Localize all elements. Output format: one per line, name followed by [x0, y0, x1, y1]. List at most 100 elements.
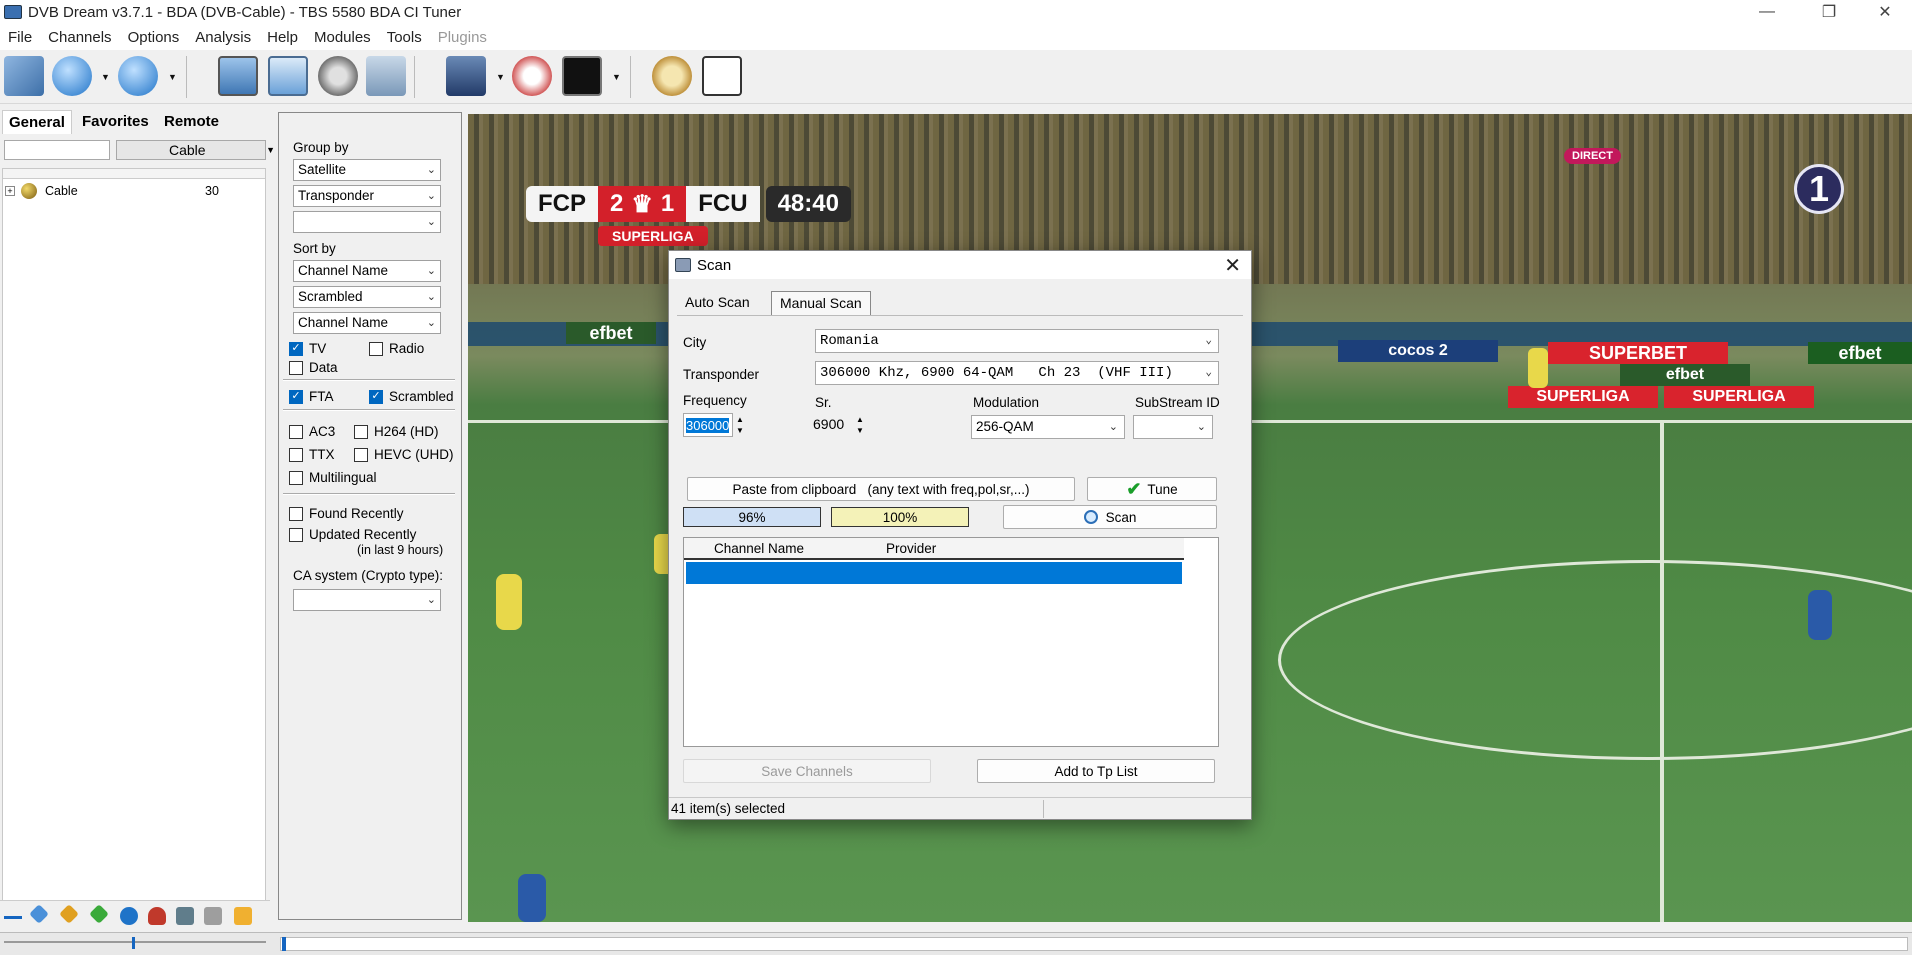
- menu-tools[interactable]: Tools: [387, 29, 422, 46]
- channel-tree[interactable]: + Cable 30: [2, 168, 266, 908]
- tab-remote[interactable]: Remote: [158, 110, 225, 134]
- restore-button[interactable]: ❐: [1806, 0, 1852, 24]
- menu-channels[interactable]: Channels: [48, 29, 111, 46]
- spin-down-icon[interactable]: ▼: [856, 425, 864, 436]
- frequency-spin-buttons[interactable]: ▲ ▼: [733, 413, 747, 437]
- position-slider-thumb[interactable]: [132, 937, 135, 949]
- table-row-selected[interactable]: [686, 562, 1182, 584]
- tune-button[interactable]: ✔ Tune: [1087, 477, 1217, 501]
- forward-icon[interactable]: [118, 56, 158, 96]
- sort-channel-icon[interactable]: [89, 904, 109, 924]
- paste-from-clipboard-button[interactable]: Paste from clipboard (any text with freq…: [687, 477, 1075, 501]
- tab-general[interactable]: General: [2, 110, 72, 134]
- ac3-checkbox[interactable]: AC3: [289, 424, 335, 439]
- column-channel-name[interactable]: Channel Name: [714, 541, 804, 556]
- monitor-icon[interactable]: [218, 56, 258, 96]
- sort-by-select-3[interactable]: Channel Name ⌄: [293, 312, 441, 334]
- scheduler-clock-icon[interactable]: [702, 56, 742, 96]
- collapse-icon[interactable]: [4, 907, 22, 919]
- tab-manual-scan[interactable]: Manual Scan: [771, 291, 871, 315]
- spin-up-icon[interactable]: ▲: [856, 414, 864, 425]
- group-by-select-1[interactable]: Satellite ⌄: [293, 159, 441, 181]
- remote-dropdown-icon[interactable]: ▼: [612, 72, 621, 82]
- back-dropdown-icon[interactable]: ▼: [101, 72, 110, 82]
- menu-options[interactable]: Options: [128, 29, 180, 46]
- transponder-select[interactable]: 306000 Khz, 6900 64-QAM Ch 23 (VHF III) ⌄: [815, 361, 1219, 385]
- player: [1808, 590, 1832, 640]
- timer-icon[interactable]: [652, 56, 692, 96]
- chevron-down-icon: ⌄: [1108, 421, 1118, 433]
- record-dropdown-icon[interactable]: ▼: [496, 72, 505, 82]
- forward-dropdown-icon[interactable]: ▼: [168, 72, 177, 82]
- settings-gear-icon[interactable]: [318, 56, 358, 96]
- tv-checkbox[interactable]: ✓ TV: [289, 341, 326, 356]
- remote-icon[interactable]: [562, 56, 602, 96]
- status-divider: [1043, 800, 1044, 818]
- h264-checkbox[interactable]: H264 (HD): [354, 424, 439, 439]
- menu-modules[interactable]: Modules: [314, 29, 371, 46]
- radio-checkbox[interactable]: Radio: [369, 341, 424, 356]
- column-provider[interactable]: Provider: [886, 541, 936, 556]
- hevc-checkbox[interactable]: HEVC (UHD): [354, 447, 454, 462]
- data-checkbox[interactable]: Data: [289, 360, 338, 375]
- favorite-icon[interactable]: [148, 907, 166, 925]
- title-bar: DVB Dream v3.7.1 - BDA (DVB-Cable) - TBS…: [0, 0, 1912, 24]
- position-slider[interactable]: [4, 941, 266, 943]
- menu-file[interactable]: File: [8, 29, 32, 46]
- group-by-select-3[interactable]: ⌄: [293, 211, 441, 233]
- close-button[interactable]: ✕: [1862, 0, 1908, 24]
- spin-down-icon[interactable]: ▼: [736, 425, 744, 436]
- back-icon[interactable]: [52, 56, 92, 96]
- sr-spin-buttons[interactable]: ▲ ▼: [853, 413, 867, 437]
- fta-checkbox[interactable]: ✓ FTA: [289, 389, 334, 404]
- spin-up-icon[interactable]: ▲: [736, 414, 744, 425]
- sort-by-select-1[interactable]: Channel Name ⌄: [293, 260, 441, 282]
- stop-record-icon[interactable]: [512, 56, 552, 96]
- found-recently-checkbox[interactable]: Found Recently: [289, 506, 404, 521]
- frequency-input[interactable]: 306000: [683, 413, 733, 437]
- move-channel-icon[interactable]: [29, 904, 49, 924]
- add-to-tp-list-button[interactable]: Add to Tp List: [977, 759, 1215, 783]
- timeline-thumb[interactable]: [282, 937, 286, 951]
- sr-input[interactable]: 6900: [811, 413, 853, 437]
- epg-icon[interactable]: [366, 56, 406, 96]
- info-icon[interactable]: [120, 907, 138, 925]
- expand-icon[interactable]: +: [5, 186, 15, 196]
- menu-analysis[interactable]: Analysis: [195, 29, 251, 46]
- clapperboard-icon[interactable]: [446, 56, 486, 96]
- tree-item-cable[interactable]: + Cable 30: [3, 183, 265, 199]
- modulation-select[interactable]: 256-QAM ⌄: [971, 415, 1125, 439]
- channel-search-input[interactable]: [4, 140, 110, 160]
- scan-button[interactable]: Scan: [1003, 505, 1217, 529]
- city-label: City: [683, 335, 707, 350]
- ttx-checkbox[interactable]: TTX: [289, 447, 335, 462]
- search-channel-icon[interactable]: [176, 907, 194, 925]
- warning-move-icon[interactable]: [59, 904, 79, 924]
- edit-channel-icon[interactable]: [204, 907, 222, 925]
- properties-icon[interactable]: [234, 907, 252, 925]
- updated-recently-checkbox[interactable]: Updated Recently: [289, 527, 416, 542]
- scrambled-checkbox[interactable]: ✓ Scrambled: [369, 389, 454, 404]
- dialog-close-button[interactable]: ✕: [1224, 253, 1241, 278]
- sort-by-select-2[interactable]: Scrambled ⌄: [293, 286, 441, 308]
- tab-favorites[interactable]: Favorites: [76, 110, 155, 134]
- checkbox-box: [289, 424, 303, 439]
- scan-dialog: Scan ✕ Auto Scan Manual Scan City Romani…: [668, 250, 1252, 820]
- tab-auto-scan[interactable]: Auto Scan: [677, 291, 758, 315]
- city-select[interactable]: Romania ⌄: [815, 329, 1219, 353]
- multilingual-checkbox[interactable]: Multilingual: [289, 470, 377, 485]
- channel-list[interactable]: Channel Name Provider: [683, 537, 1219, 747]
- timeline-bar[interactable]: [280, 937, 1908, 951]
- ca-system-select[interactable]: ⌄: [293, 589, 441, 611]
- dialog-title-bar[interactable]: Scan ✕: [669, 251, 1251, 279]
- sr-stepper[interactable]: 6900 ▲ ▼: [811, 413, 867, 437]
- substream-select[interactable]: ⌄: [1133, 415, 1213, 439]
- frequency-stepper[interactable]: 306000 ▲ ▼: [683, 413, 747, 437]
- minimize-button[interactable]: —: [1744, 0, 1790, 24]
- group-by-select-2[interactable]: Transponder ⌄: [293, 185, 441, 207]
- window-icon[interactable]: [268, 56, 308, 96]
- menu-help[interactable]: Help: [267, 29, 298, 46]
- open-folder-icon[interactable]: [4, 56, 44, 96]
- toolbar-separator: [414, 56, 415, 98]
- network-selector[interactable]: Cable ▼: [116, 140, 275, 160]
